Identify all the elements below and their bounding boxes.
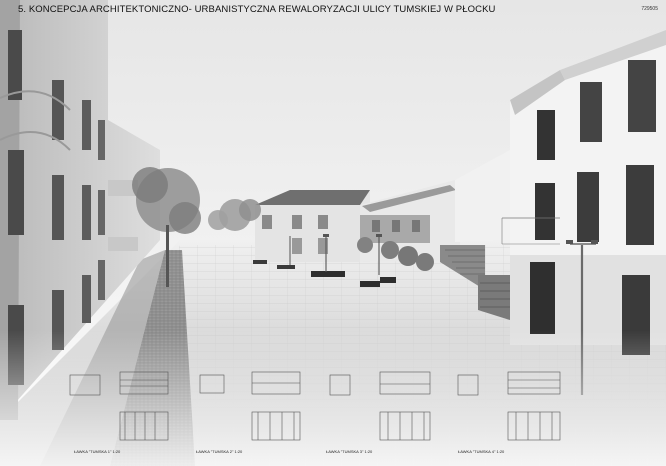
board-title: 5. KONCEPCJA ARCHITEKTONICZNO- URBANISTY…: [18, 4, 496, 15]
sheet-number: 729505: [641, 6, 658, 12]
visualization-board: [0, 0, 666, 466]
bench-caption-2: ŁAWKA "TUMSKA 2" 1:20: [196, 449, 243, 454]
bench-caption-4: ŁAWKA "TUMSKA 4" 1:20: [458, 449, 505, 454]
detail-fade: [0, 330, 666, 466]
bench-caption-3: ŁAWKA "TUMSKA 3" 1:20: [326, 449, 373, 454]
bench-caption-1: ŁAWKA "TUMSKA 1" 1:20: [74, 449, 121, 454]
